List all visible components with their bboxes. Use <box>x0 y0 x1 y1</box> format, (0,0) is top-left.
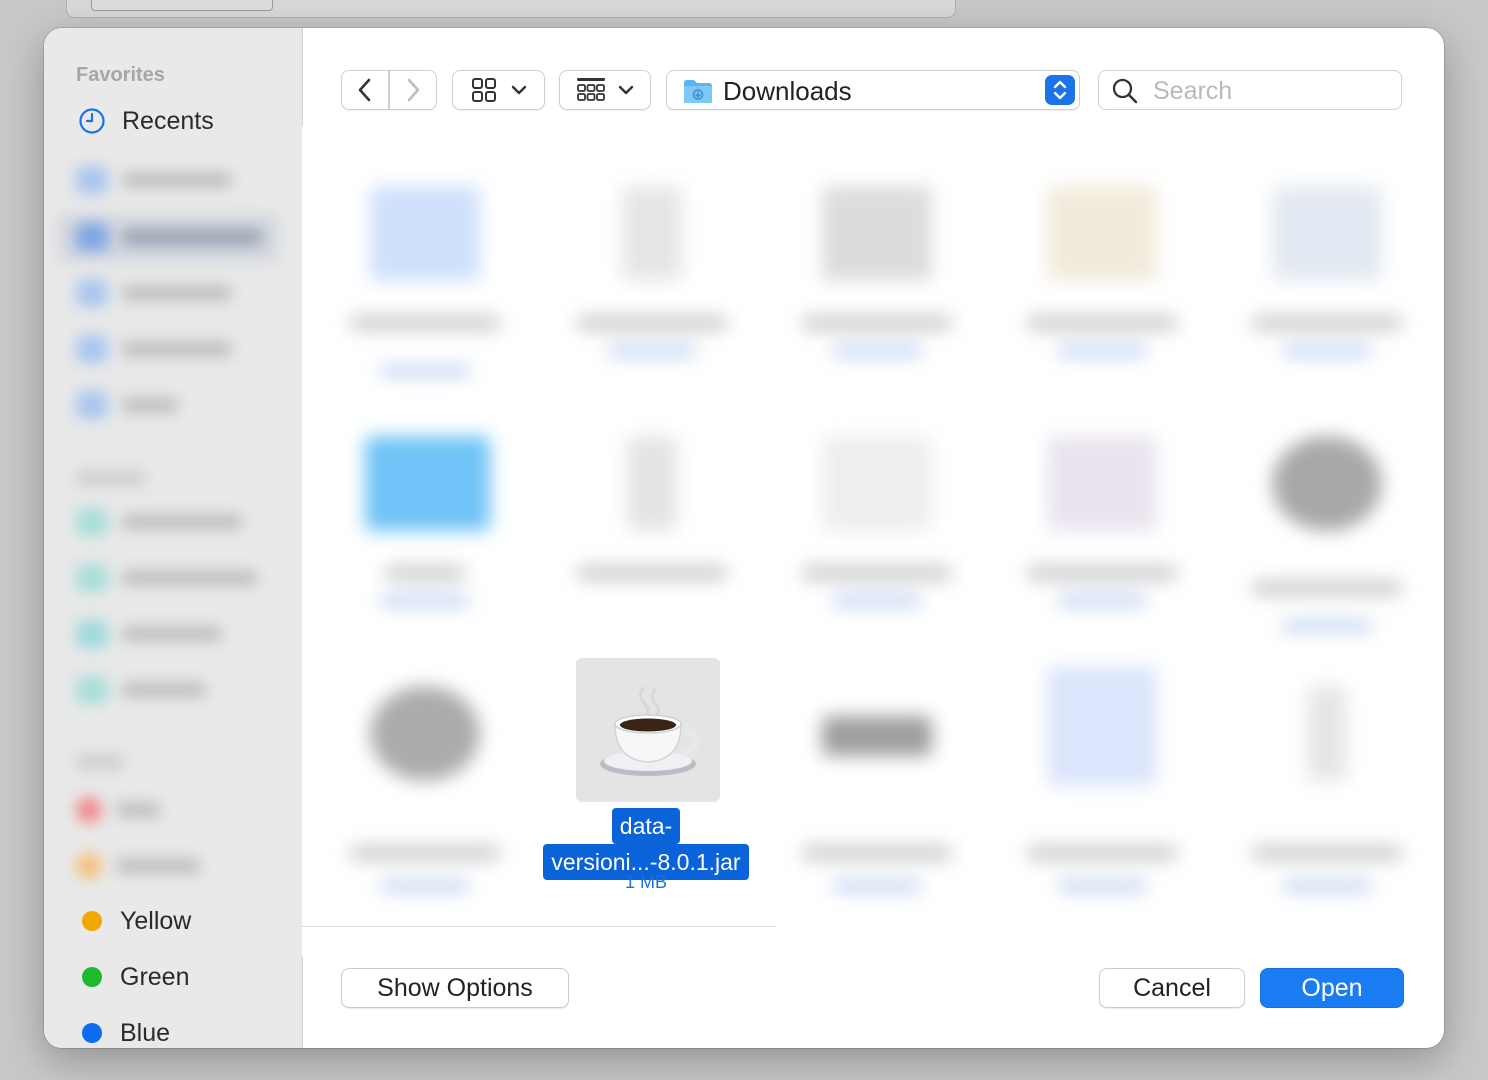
selected-file-size: 1 MB <box>624 872 667 892</box>
back-button[interactable] <box>341 70 389 110</box>
sidebar-item-blurred[interactable] <box>76 277 232 309</box>
popup-stepper-icon <box>1045 75 1075 105</box>
sidebar-item-blurred[interactable] <box>76 618 222 650</box>
downloads-folder-icon <box>684 80 712 103</box>
file-browser-grid: data- versioni...-8.0.1.jar 1 MB <box>302 126 1444 956</box>
selected-file-name: data- versioni...-8.0.1.jar <box>526 808 766 880</box>
file-item-blurred[interactable] <box>330 166 510 416</box>
sidebar-tag-blue[interactable]: Blue <box>78 1013 170 1048</box>
forward-button[interactable] <box>389 70 437 110</box>
file-item-blurred[interactable] <box>782 666 962 916</box>
selected-file-item[interactable]: data- versioni...-8.0.1.jar 1 MB <box>526 658 766 908</box>
chevron-left-icon <box>358 78 371 102</box>
java-jar-icon <box>576 658 720 802</box>
file-item-blurred[interactable] <box>330 666 510 916</box>
location-popup[interactable]: Downloads <box>666 70 1080 110</box>
clock-icon <box>78 107 106 135</box>
content-divider <box>302 926 776 927</box>
file-item-blurred[interactable] <box>1007 416 1187 666</box>
yellow-tag-dot-icon <box>82 911 102 931</box>
blurred-file-items <box>302 126 1444 936</box>
file-item-blurred[interactable] <box>782 166 962 416</box>
open-button[interactable]: Open <box>1260 968 1404 1008</box>
sidebar-item-blurred[interactable] <box>76 506 242 538</box>
selected-file-name-line1: data- <box>611 808 681 844</box>
sidebar-item-recents[interactable]: Recents <box>78 101 214 141</box>
group-grid-icon <box>577 78 605 101</box>
file-item-blurred[interactable] <box>1007 166 1187 416</box>
file-item-blurred[interactable] <box>557 166 737 416</box>
chevron-down-icon <box>511 85 526 95</box>
sidebar-tag-yellow[interactable]: Yellow <box>78 901 191 941</box>
group-by-button[interactable] <box>559 70 651 110</box>
file-item-blurred[interactable] <box>557 416 737 666</box>
sidebar-item-blurred[interactable] <box>76 389 178 421</box>
chevron-right-icon <box>407 78 420 102</box>
sidebar-item-label: Recents <box>122 106 214 135</box>
background-window-field <box>91 0 273 11</box>
sidebar-item-blurred[interactable] <box>76 164 232 196</box>
sidebar-item-blurred[interactable] <box>76 333 232 365</box>
sidebar-item-blurred[interactable] <box>76 674 206 706</box>
search-field[interactable] <box>1098 70 1402 110</box>
file-item-blurred[interactable] <box>1232 166 1412 416</box>
show-options-button[interactable]: Show Options <box>341 968 569 1008</box>
blue-tag-dot-icon <box>82 1023 102 1043</box>
icon-view-button[interactable] <box>452 70 545 110</box>
file-item-blurred[interactable] <box>1232 666 1412 916</box>
search-input[interactable] <box>1151 75 1395 107</box>
background-window <box>66 0 956 18</box>
sidebar-section-favorites: Favorites <box>76 64 165 86</box>
sidebar-item-blurred[interactable] <box>76 562 257 594</box>
chevron-down-icon <box>618 85 634 95</box>
sidebar-section-blurred <box>76 462 146 494</box>
location-label: Downloads <box>723 76 852 106</box>
sidebar-tag-green[interactable]: Green <box>78 957 189 997</box>
search-icon <box>1112 78 1138 104</box>
file-item-blurred[interactable] <box>782 416 962 666</box>
sidebar-tag-blurred[interactable] <box>76 794 160 826</box>
sidebar-tag-blurred[interactable] <box>76 850 200 882</box>
sidebar: Favorites Recents Yellow Green Blue <box>44 28 303 1048</box>
sidebar-item-label: Green <box>120 962 190 991</box>
cancel-button[interactable]: Cancel <box>1099 968 1245 1008</box>
file-item-blurred[interactable] <box>1007 666 1187 916</box>
folder-item-blurred[interactable] <box>330 416 510 666</box>
sidebar-section-blurred <box>76 746 124 778</box>
green-tag-dot-icon <box>82 967 102 987</box>
sidebar-item-label: Blue <box>120 1018 171 1047</box>
sidebar-item-label: Yellow <box>120 906 192 935</box>
grid-view-icon <box>471 78 496 102</box>
open-file-dialog: Favorites Recents Yellow Green Blue Down… <box>44 28 1444 1048</box>
sidebar-item-blurred[interactable] <box>76 221 262 253</box>
file-item-blurred[interactable] <box>1232 416 1412 666</box>
